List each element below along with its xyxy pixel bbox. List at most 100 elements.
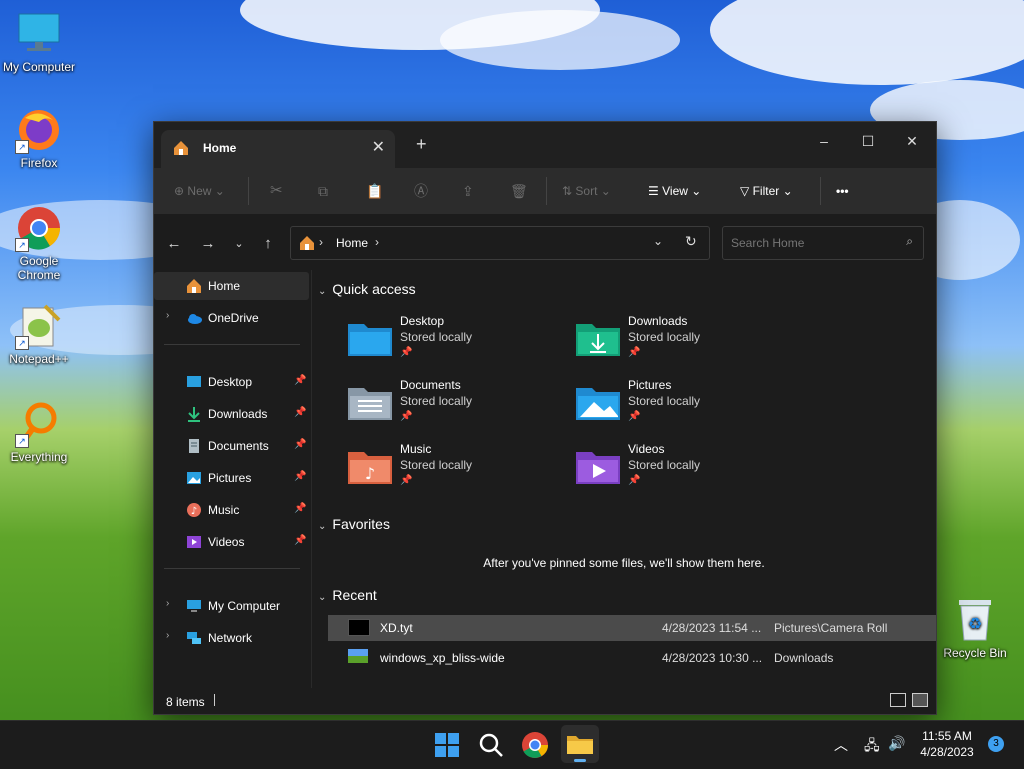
search-icon: ⌕ [906,234,913,248]
desktop-icon-recycle-bin[interactable]: ♻ Recycle Bin [937,596,1013,660]
chevron-down-icon: ⌄ [214,184,225,198]
share-icon[interactable]: ⇪ [462,180,474,202]
recent-file-row[interactable]: XD.tyt 4/28/2023 11:54 ... Pictures\Came… [328,615,936,641]
address-bar-area: ← → ⌄ ↑ › Home › ⌄ ↻ ⌕ [154,214,936,270]
address-bar[interactable]: › Home › ⌄ ↻ [290,226,710,260]
network-status-icon[interactable]: 🖧 [864,735,880,759]
paste-icon[interactable]: 📋 [366,180,383,202]
new-tab-button[interactable]: + [416,134,427,155]
sidebar-item-home[interactable]: Home [154,272,309,300]
pin-icon: 📌 [294,375,307,386]
quick-access-documents[interactable]: Documents Stored locally 📌 [348,378,568,438]
details-view-icon[interactable] [890,693,906,707]
desktop-icon-notepad-plus-plus[interactable]: ↗ Notepad++ [1,302,77,366]
section-quick-access[interactable]: ⌄ Quick access [318,281,416,297]
sidebar-item-music[interactable]: ♪ Music 📌 [154,496,309,524]
desktop-icon-chrome[interactable]: ↗ Google Chrome [1,204,77,282]
expand-chevron-icon[interactable]: › [166,310,169,321]
sidebar-item-pictures[interactable]: Pictures 📌 [154,464,309,492]
document-icon [186,438,202,454]
section-favorites[interactable]: ⌄ Favorites [318,516,390,532]
tiles-view-icon[interactable] [912,693,928,707]
cut-icon[interactable]: ✂ [270,180,283,202]
pin-icon: 📌 [400,475,413,486]
sidebar-item-documents[interactable]: Documents 📌 [154,432,309,460]
sort-button[interactable]: ⇅ Sort ⌄ [562,180,611,202]
sidebar-item-onedrive[interactable]: › OneDrive [154,304,309,332]
back-arrow-icon[interactable]: ← [164,234,184,254]
content-pane: ⌄ Quick access Desktop Stored locally 📌 D… [312,270,936,688]
maximize-button[interactable]: ☐ [848,126,888,156]
home-icon [299,235,315,254]
expand-chevron-icon[interactable]: › [166,598,169,609]
file-explorer-taskbar-button[interactable] [561,725,599,763]
delete-icon[interactable]: 🗑 [510,180,528,202]
sidebar-item-network[interactable]: › Network [154,624,309,652]
pin-icon: 📌 [294,535,307,546]
quick-access-music[interactable]: ♪ Music Stored locally 📌 [348,442,568,502]
address-dropdown-icon[interactable]: ⌄ [653,234,663,248]
rename-icon[interactable]: Ⓐ [414,180,428,202]
breadcrumb-separator-icon: › [319,235,323,249]
close-button[interactable]: ✕ [892,126,932,156]
clock[interactable]: 11:55 AM 4/28/2023 [912,728,982,760]
tab-home[interactable]: Home ✕ [161,130,395,168]
chrome-icon [522,732,548,758]
cloud-icon [186,310,202,326]
pin-icon: 📌 [628,475,641,486]
image-thumbnail-icon [348,649,368,663]
music-folder-icon: ♪ [348,452,392,484]
recent-file-row[interactable]: windows_xp_bliss-wide 4/28/2023 10:30 ..… [328,645,936,671]
recent-locations-chevron-icon[interactable]: ⌄ [229,234,249,254]
search-box[interactable]: ⌕ [722,226,924,260]
search-taskbar-button[interactable] [475,729,507,761]
breadcrumb-home[interactable]: Home [336,236,368,250]
desktop-icon-firefox[interactable]: ↗ Firefox [1,106,77,170]
section-recent[interactable]: ⌄ Recent [318,587,377,603]
pin-icon: 📌 [294,439,307,450]
desktop-folder-icon [186,374,202,390]
expand-chevron-icon[interactable]: › [166,630,169,641]
sidebar-item-desktop[interactable]: Desktop 📌 [154,368,309,396]
toolbar-divider [546,177,547,205]
video-icon [186,534,202,550]
up-arrow-icon[interactable]: ↑ [258,234,278,254]
start-button[interactable] [431,729,463,761]
show-hidden-icons-chevron-icon[interactable]: ︿ [834,735,848,755]
sidebar-item-my-computer[interactable]: › My Computer [154,592,309,620]
refresh-icon[interactable]: ↻ [685,233,697,250]
new-button[interactable]: ⊕ New ⌄ [174,180,225,202]
tab-close-icon[interactable]: ✕ [372,137,385,157]
item-count: 8 items [166,695,205,709]
more-options-button[interactable]: ••• [836,180,849,202]
filter-button[interactable]: ▽ Filter ⌄ [740,180,793,202]
view-list-icon: ☰ [648,184,659,198]
volume-icon[interactable]: 🔊 [888,735,905,752]
download-icon [186,406,202,422]
forward-arrow-icon[interactable]: → [198,234,218,254]
sidebar-item-downloads[interactable]: Downloads 📌 [154,400,309,428]
chrome-taskbar-button[interactable] [519,729,551,761]
quick-access-videos[interactable]: Videos Stored locally 📌 [576,442,796,502]
home-icon [186,278,202,294]
sidebar-item-videos[interactable]: Videos 📌 [154,528,309,556]
desktop-icon-everything[interactable]: ↗ Everything [1,400,77,464]
shortcut-arrow-icon: ↗ [15,238,29,252]
pin-icon: 📌 [628,347,641,358]
pictures-folder-icon [576,388,620,420]
desktop-icon-my-computer[interactable]: My Computer [1,10,77,74]
copy-icon[interactable]: ⧉ [318,180,328,202]
network-icon [186,630,202,646]
shortcut-arrow-icon: ↗ [15,336,29,350]
view-button[interactable]: ☰ View ⌄ [648,180,701,202]
breadcrumb-chevron-icon[interactable]: › [375,235,379,249]
picture-icon [186,470,202,486]
quick-access-pictures[interactable]: Pictures Stored locally 📌 [576,378,796,438]
quick-access-desktop[interactable]: Desktop Stored locally 📌 [348,314,568,374]
quick-access-downloads[interactable]: Downloads Stored locally 📌 [576,314,796,374]
toolbar-divider [820,177,821,205]
pin-icon: 📌 [294,407,307,418]
minimize-button[interactable]: – [804,126,844,156]
search-input[interactable] [729,233,893,253]
notification-badge[interactable]: 3 [988,736,1004,752]
